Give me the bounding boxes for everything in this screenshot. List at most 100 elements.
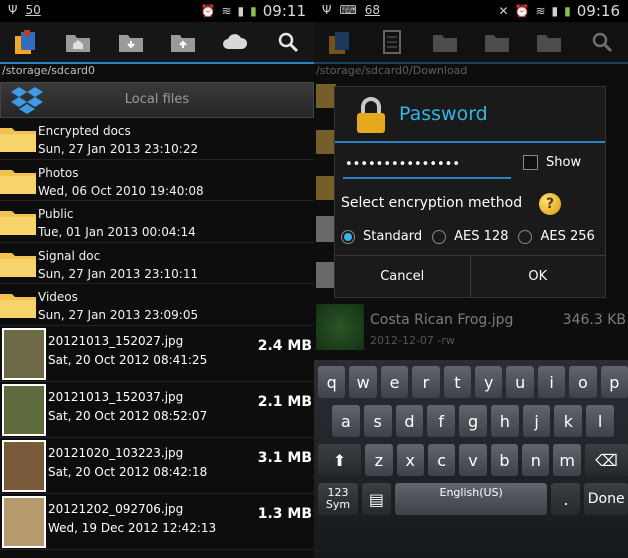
- radio-standard[interactable]: [341, 229, 355, 244]
- padlock-icon: [353, 97, 389, 139]
- show-checkbox[interactable]: [523, 155, 538, 170]
- key-g[interactable]: g: [459, 405, 487, 437]
- pdf-icon: [316, 216, 336, 242]
- folder-date: Wed, 06 Oct 2010 19:40:08: [38, 183, 204, 198]
- checklist-icon[interactable]: [375, 25, 409, 59]
- folder-date: Sun, 27 Jan 2013 23:10:11: [38, 266, 199, 281]
- key-e[interactable]: e: [380, 366, 409, 398]
- file-size: 2.1 MB: [257, 393, 312, 410]
- local-files-bar[interactable]: Local files: [0, 82, 314, 118]
- key-a[interactable]: a: [332, 405, 360, 437]
- clipboard-key-icon[interactable]: ▤: [361, 483, 391, 515]
- key-z[interactable]: z: [365, 444, 393, 476]
- file-meta: 2012-12-07 -rw: [370, 334, 455, 347]
- dialog-header: Password: [335, 87, 605, 143]
- breadcrumb: /storage/sdcard0/Download: [314, 64, 628, 80]
- file-size: 1.3 MB: [257, 505, 312, 522]
- shift-key[interactable]: ⬆: [318, 444, 362, 476]
- home-folder-icon[interactable]: [61, 25, 95, 59]
- key-h[interactable]: h: [490, 405, 519, 437]
- key-s[interactable]: s: [363, 405, 392, 437]
- radio-aes256[interactable]: [518, 229, 533, 244]
- folder-row[interactable]: Signal doc Sun, 27 Jan 2013 23:10:11: [0, 243, 314, 284]
- upload-folder-icon[interactable]: [532, 25, 566, 59]
- key-j[interactable]: j: [522, 405, 551, 437]
- key-n[interactable]: n: [522, 444, 550, 476]
- dialog-buttons: Cancel OK: [335, 255, 605, 297]
- cloud-icon[interactable]: [218, 25, 252, 59]
- key-l[interactable]: l: [586, 405, 615, 437]
- cancel-button[interactable]: Cancel: [335, 256, 470, 297]
- folder-row[interactable]: Encrypted docs Sun, 27 Jan 2013 23:10:22: [0, 118, 314, 160]
- upload-folder-icon[interactable]: [166, 25, 200, 59]
- radio-aes128[interactable]: [432, 229, 447, 244]
- file-list: Encrypted docs Sun, 27 Jan 2013 23:10:22 P…: [0, 118, 314, 550]
- folder-icon: [0, 294, 36, 318]
- password-field[interactable]: •••••••••••••••: [343, 153, 511, 179]
- app-logo-icon[interactable]: [9, 25, 43, 59]
- key-i[interactable]: i: [537, 366, 566, 398]
- image-row[interactable]: 20121020_103223.jpg Sat, 20 Oct 2012 08:4…: [0, 438, 314, 494]
- key-u[interactable]: u: [506, 366, 534, 398]
- key-w[interactable]: w: [349, 366, 377, 398]
- key-v[interactable]: v: [459, 444, 487, 476]
- folder-icon: [0, 211, 36, 235]
- folder-name: Signal doc: [38, 248, 101, 263]
- password-dialog: Password ••••••••••••••• Show Select enc…: [334, 86, 606, 298]
- symbols-key[interactable]: 123 Sym: [318, 483, 358, 515]
- key-d[interactable]: d: [395, 405, 424, 437]
- space-bar[interactable]: English(US): [394, 483, 548, 515]
- folder-row[interactable]: Photos Wed, 06 Oct 2010 19:40:08: [0, 160, 314, 201]
- dialog-title: Password: [399, 103, 488, 125]
- key-r[interactable]: r: [412, 366, 440, 398]
- key-t[interactable]: t: [443, 366, 472, 398]
- backspace-key[interactable]: ⌫: [584, 444, 628, 476]
- period-key[interactable]: .: [551, 483, 581, 515]
- key-y[interactable]: y: [475, 366, 503, 398]
- key-p[interactable]: p: [600, 366, 628, 398]
- search-icon[interactable]: [585, 25, 619, 59]
- key-c[interactable]: c: [427, 444, 456, 476]
- home-folder-icon[interactable]: [428, 25, 462, 59]
- key-k[interactable]: k: [554, 405, 583, 437]
- key-o[interactable]: o: [569, 366, 597, 398]
- usb-icon: Ψ: [8, 3, 18, 17]
- done-key[interactable]: Done: [584, 483, 628, 515]
- file-date: Sat, 20 Oct 2012 08:41:25: [48, 352, 208, 367]
- battery-icon: ▮: [564, 4, 571, 18]
- key-q[interactable]: q: [318, 366, 346, 398]
- image-row[interactable]: 20121013_152037.jpg Sat, 20 Oct 2012 08:5…: [0, 382, 314, 438]
- key-x[interactable]: x: [396, 444, 424, 476]
- folder-name: Photos: [38, 165, 79, 180]
- folder-row[interactable]: Videos Sun, 27 Jan 2013 23:09:05: [0, 284, 314, 326]
- show-toggle[interactable]: Show: [523, 155, 581, 170]
- folder-date: Tue, 01 Jan 2013 00:04:14: [38, 225, 196, 239]
- download-folder-icon[interactable]: [114, 25, 148, 59]
- breadcrumb: /storage/sdcard0: [0, 64, 314, 80]
- key-b[interactable]: b: [490, 444, 519, 476]
- file-name: Costa Rican Frog.jpg: [370, 312, 514, 328]
- folder-name: Encrypted docs: [38, 124, 131, 138]
- alarm-icon: ⏰: [200, 4, 216, 18]
- folder-icon: [316, 176, 336, 200]
- wifi-icon: ≋: [221, 4, 232, 18]
- help-icon[interactable]: ?: [539, 193, 561, 215]
- app-logo-icon[interactable]: [323, 25, 357, 59]
- folder-icon: [0, 169, 36, 194]
- battery-badge: 50: [25, 3, 41, 17]
- file-name: 20121013_152027.jpg: [48, 333, 184, 348]
- search-icon[interactable]: [271, 25, 305, 59]
- local-files-label: Local files: [124, 92, 190, 107]
- file-date: Sat, 20 Oct 2012 08:42:18: [48, 464, 208, 479]
- image-row[interactable]: 20121013_152027.jpg Sat, 20 Oct 2012 08:4…: [0, 326, 314, 382]
- keyboard-status-icon: ⌨: [339, 3, 357, 17]
- key-f[interactable]: f: [427, 405, 456, 437]
- download-folder-icon[interactable]: [480, 25, 514, 59]
- option-aes128-label: AES 128: [454, 229, 509, 244]
- folder-row[interactable]: Public Tue, 01 Jan 2013 00:04:14: [0, 201, 314, 243]
- image-row[interactable]: 20121202_092706.jpg Wed, 19 Dec 2012 12:4…: [0, 494, 314, 550]
- key-m[interactable]: m: [553, 444, 581, 476]
- ok-button[interactable]: OK: [469, 256, 606, 297]
- file-size: 3.1 MB: [257, 449, 312, 466]
- show-label: Show: [546, 155, 582, 170]
